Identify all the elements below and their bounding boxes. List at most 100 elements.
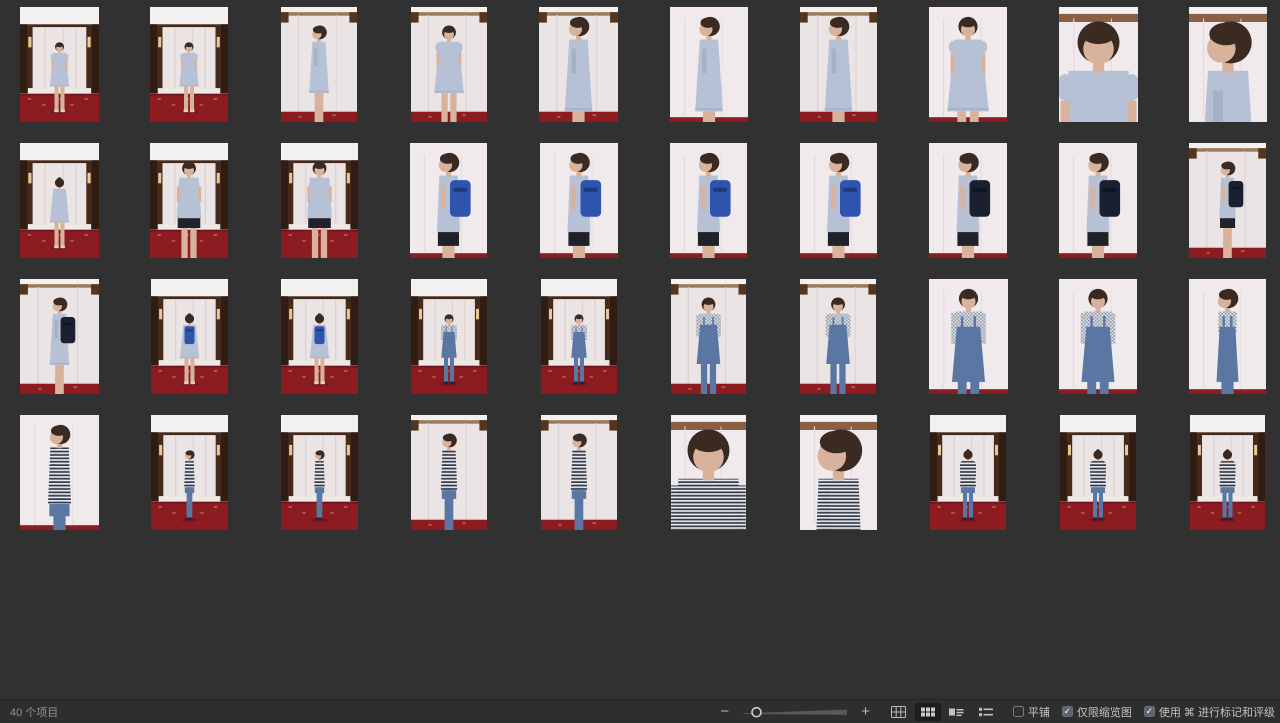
thumbnail-grid-icon	[921, 706, 935, 718]
photo-thumbnail[interactable]	[1189, 7, 1267, 122]
thumbnail-grid-view-button[interactable]	[915, 703, 941, 721]
thumbnail-image	[281, 415, 358, 530]
photo-thumbnail[interactable]	[281, 415, 358, 530]
checkbox-use-cmd-rating-label: 使用 ⌘ 进行标记和评级	[1159, 704, 1275, 720]
thumbnail-image	[411, 415, 487, 530]
display-option-checkboxes: 平铺 ✓ 仅限缩览图 ✓ 使用 ⌘ 进行标记和评级	[1013, 704, 1275, 720]
photo-thumbnail[interactable]	[150, 7, 228, 122]
list-icon	[979, 706, 993, 718]
thumbnail-image	[411, 7, 487, 122]
thumbnail-image	[151, 279, 228, 394]
thumbnail-image	[1059, 143, 1137, 258]
thumbnail-image	[929, 279, 1008, 394]
thumbnail-image	[151, 415, 228, 530]
photo-thumbnail[interactable]	[671, 279, 746, 394]
photo-thumbnail[interactable]	[1059, 279, 1137, 394]
thumbnail-image	[1059, 279, 1137, 394]
photo-browser-window: 40 个项目 − +	[0, 0, 1280, 723]
checkbox-tile-box[interactable]	[1013, 706, 1024, 717]
photo-thumbnail[interactable]	[670, 143, 747, 258]
thumbnail-image	[541, 415, 617, 530]
thumbnail-image	[281, 143, 358, 258]
thumbnail-image	[1189, 279, 1266, 394]
thumbnail-image	[20, 415, 99, 530]
photo-thumbnail[interactable]	[1059, 143, 1137, 258]
photo-thumbnail[interactable]	[281, 7, 357, 122]
thumbnail-image	[1059, 7, 1138, 122]
thumbnail-image	[1060, 415, 1136, 530]
thumbnail-image	[150, 7, 228, 122]
photo-thumbnail[interactable]	[281, 279, 358, 394]
photo-thumbnail[interactable]	[800, 143, 877, 258]
thumbnail-image	[541, 279, 617, 394]
status-bar-controls: − +	[718, 703, 1275, 721]
photo-thumbnail[interactable]	[540, 143, 618, 258]
photo-thumbnail[interactable]	[1189, 143, 1266, 258]
photo-thumbnail[interactable]	[20, 415, 99, 530]
photo-thumbnail[interactable]	[929, 7, 1007, 122]
photo-thumbnail[interactable]	[410, 143, 487, 258]
photo-thumbnail[interactable]	[1189, 279, 1266, 394]
thumbnail-info-view-button[interactable]	[944, 703, 970, 721]
grid-lines-icon	[891, 706, 906, 718]
photo-thumbnail[interactable]	[1060, 415, 1136, 530]
checkbox-use-cmd-rating[interactable]: ✓ 使用 ⌘ 进行标记和评级	[1144, 704, 1275, 720]
photo-thumbnail[interactable]	[151, 279, 228, 394]
zoom-out-button[interactable]: −	[718, 704, 731, 719]
photo-thumbnail[interactable]	[411, 279, 487, 394]
thumbnail-image	[20, 143, 99, 258]
photo-thumbnail[interactable]	[20, 279, 99, 394]
thumbnail-image	[410, 143, 487, 258]
photo-thumbnail[interactable]	[800, 279, 876, 394]
photo-thumbnail[interactable]	[800, 7, 877, 122]
thumbnail-image	[539, 7, 618, 122]
grid-lines-view-button[interactable]	[886, 703, 912, 721]
photo-thumbnail[interactable]	[411, 415, 487, 530]
photo-thumbnail[interactable]	[929, 143, 1007, 258]
thumbnail-size-slider[interactable]	[735, 704, 855, 720]
photo-thumbnail[interactable]	[1190, 415, 1265, 530]
zoom-in-button[interactable]: +	[859, 704, 872, 719]
thumbnail-image	[20, 7, 99, 122]
photo-thumbnail[interactable]	[20, 143, 99, 258]
list-view-button[interactable]	[973, 703, 999, 721]
thumbnail-image	[929, 143, 1007, 258]
checkbox-tile[interactable]: 平铺	[1013, 704, 1050, 720]
photo-thumbnail[interactable]	[541, 415, 617, 530]
slider-knob	[752, 707, 761, 716]
photo-thumbnail[interactable]	[671, 415, 746, 530]
thumbnail-grid	[0, 0, 1280, 700]
photo-thumbnail[interactable]	[411, 7, 487, 122]
photo-thumbnail[interactable]	[670, 7, 748, 122]
photo-thumbnail[interactable]	[1059, 7, 1138, 122]
status-bar: 40 个项目 − +	[0, 699, 1280, 723]
thumbnail-image	[150, 143, 228, 258]
item-count: 40 个项目	[10, 704, 58, 720]
photo-thumbnail[interactable]	[539, 7, 618, 122]
photo-thumbnail[interactable]	[20, 7, 99, 122]
checkbox-thumbnails-only-label: 仅限缩览图	[1077, 704, 1132, 720]
thumbnail-image	[671, 415, 746, 530]
thumbnail-image	[670, 143, 747, 258]
photo-thumbnail[interactable]	[150, 143, 228, 258]
view-mode-buttons	[886, 703, 999, 721]
thumbnail-image	[800, 143, 877, 258]
checkbox-tile-label: 平铺	[1028, 704, 1050, 720]
thumbnail-zoom-control: − +	[718, 704, 872, 720]
photo-thumbnail[interactable]	[151, 415, 228, 530]
photo-thumbnail[interactable]	[800, 415, 877, 530]
checkbox-thumbnails-only-box[interactable]: ✓	[1062, 706, 1073, 717]
photo-thumbnail[interactable]	[929, 279, 1008, 394]
thumbnail-image	[800, 279, 876, 394]
thumbnail-image	[1189, 143, 1266, 258]
thumbnail-image	[930, 415, 1006, 530]
checkbox-thumbnails-only[interactable]: ✓ 仅限缩览图	[1062, 704, 1132, 720]
photo-thumbnail[interactable]	[541, 279, 617, 394]
thumbnail-image	[929, 7, 1007, 122]
thumbnail-image	[800, 7, 877, 122]
photo-thumbnail[interactable]	[930, 415, 1006, 530]
thumbnail-image	[1189, 7, 1267, 122]
checkbox-use-cmd-rating-box[interactable]: ✓	[1144, 706, 1155, 717]
photo-thumbnail[interactable]	[281, 143, 358, 258]
thumbnail-image	[671, 279, 746, 394]
